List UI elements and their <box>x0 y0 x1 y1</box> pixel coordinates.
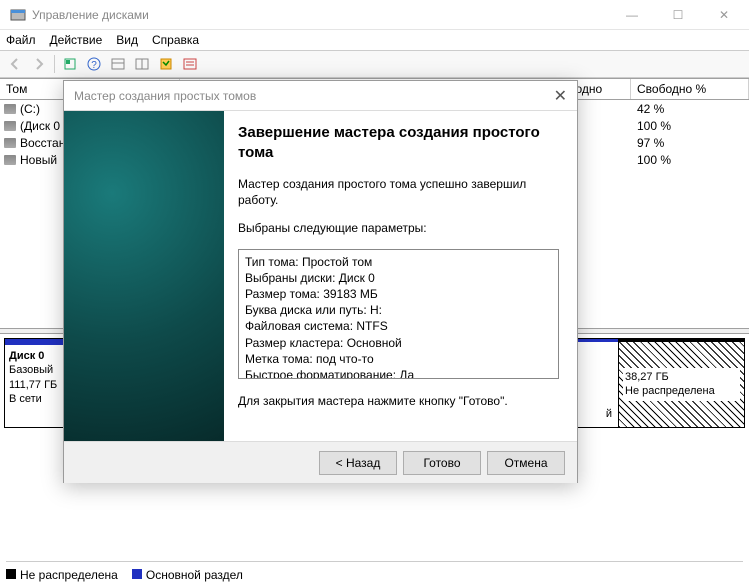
disk-size: 111,77 ГБ <box>9 379 57 391</box>
param-line: Быстрое форматирование: Да <box>245 367 552 379</box>
window-titlebar: Управление дисками — ☐ ✕ <box>0 0 749 30</box>
free-pct: 42 % <box>631 102 749 116</box>
free-pct: 100 % <box>631 119 749 133</box>
done-button[interactable]: Готово <box>403 451 481 475</box>
legend-swatch-unallocated <box>6 569 16 579</box>
disk-status: В сети <box>9 393 42 405</box>
legend-primary: Основной раздел <box>146 568 243 582</box>
dialog-sidebar-image <box>64 111 224 441</box>
minimize-button[interactable]: — <box>609 0 655 30</box>
legend: Не распределена Основной раздел <box>6 561 743 582</box>
drive-icon <box>4 104 16 114</box>
volume-name: Новый <box>20 153 57 167</box>
back-icon[interactable] <box>4 53 26 75</box>
wizard-dialog: Мастер создания простых томов ✕ Завершен… <box>63 80 578 483</box>
forward-icon[interactable] <box>28 53 50 75</box>
maximize-button[interactable]: ☐ <box>655 0 701 30</box>
free-pct: 97 % <box>631 136 749 150</box>
svg-text:?: ? <box>91 60 97 71</box>
dialog-params-box[interactable]: Тип тома: Простой том Выбраны диски: Дис… <box>238 249 559 379</box>
help-icon[interactable]: ? <box>83 53 105 75</box>
drive-icon <box>4 138 16 148</box>
free-pct: 100 % <box>631 153 749 167</box>
drive-icon <box>4 121 16 131</box>
menu-action[interactable]: Действие <box>50 33 103 47</box>
view1-icon[interactable] <box>107 53 129 75</box>
param-line: Файловая система: NTFS <box>245 318 552 334</box>
cancel-button[interactable]: Отмена <box>487 451 565 475</box>
back-button[interactable]: < Назад <box>319 451 397 475</box>
param-line: Буква диска или путь: H: <box>245 302 552 318</box>
drive-icon <box>4 155 16 165</box>
menu-file[interactable]: Файл <box>6 33 36 47</box>
app-icon <box>10 7 26 23</box>
menu-bar: Файл Действие Вид Справка <box>0 30 749 50</box>
volume-name: (C:) <box>20 102 40 116</box>
partition-state: Не распределена <box>625 385 715 397</box>
close-button[interactable]: ✕ <box>701 0 747 30</box>
properties-icon[interactable] <box>155 53 177 75</box>
dialog-content: Завершение мастера создания простого том… <box>224 111 577 441</box>
param-line: Выбраны диски: Диск 0 <box>245 270 552 286</box>
dialog-title: Мастер создания простых томов <box>74 89 256 103</box>
view2-icon[interactable] <box>131 53 153 75</box>
column-free-pct[interactable]: Свободно % <box>631 79 749 99</box>
dialog-success-text: Мастер создания простого тома успешно за… <box>238 176 559 208</box>
menu-view[interactable]: Вид <box>116 33 138 47</box>
dialog-titlebar: Мастер создания простых томов ✕ <box>64 81 577 111</box>
legend-unallocated: Не распределена <box>20 568 118 582</box>
refresh-icon[interactable] <box>59 53 81 75</box>
dialog-footer: < Назад Готово Отмена <box>64 441 577 483</box>
param-line: Тип тома: Простой том <box>245 254 552 270</box>
dialog-close-icon[interactable]: ✕ <box>554 86 567 106</box>
legend-swatch-primary <box>132 569 142 579</box>
param-line: Размер тома: 39183 МБ <box>245 286 552 302</box>
dialog-heading: Завершение мастера создания простого том… <box>238 123 559 162</box>
list-icon[interactable] <box>179 53 201 75</box>
dialog-finish-hint: Для закрытия мастера нажмите кнопку "Гот… <box>238 393 559 409</box>
param-line: Метка тома: под что-то <box>245 351 552 367</box>
volume-name: (Диск 0 <box>20 119 60 133</box>
disk-type: Базовый <box>9 364 53 376</box>
window-title: Управление дисками <box>32 8 149 22</box>
partition-unallocated[interactable]: 38,27 ГБ Не распределена <box>618 339 744 427</box>
partition-size: 38,27 ГБ <box>625 371 669 383</box>
dialog-params-label: Выбраны следующие параметры: <box>238 220 559 236</box>
toolbar: ? <box>0 50 749 78</box>
param-line: Размер кластера: Основной <box>245 335 552 351</box>
volume-name: Восстан <box>20 136 65 150</box>
disk-title: Диск 0 <box>9 350 44 362</box>
menu-help[interactable]: Справка <box>152 33 199 47</box>
